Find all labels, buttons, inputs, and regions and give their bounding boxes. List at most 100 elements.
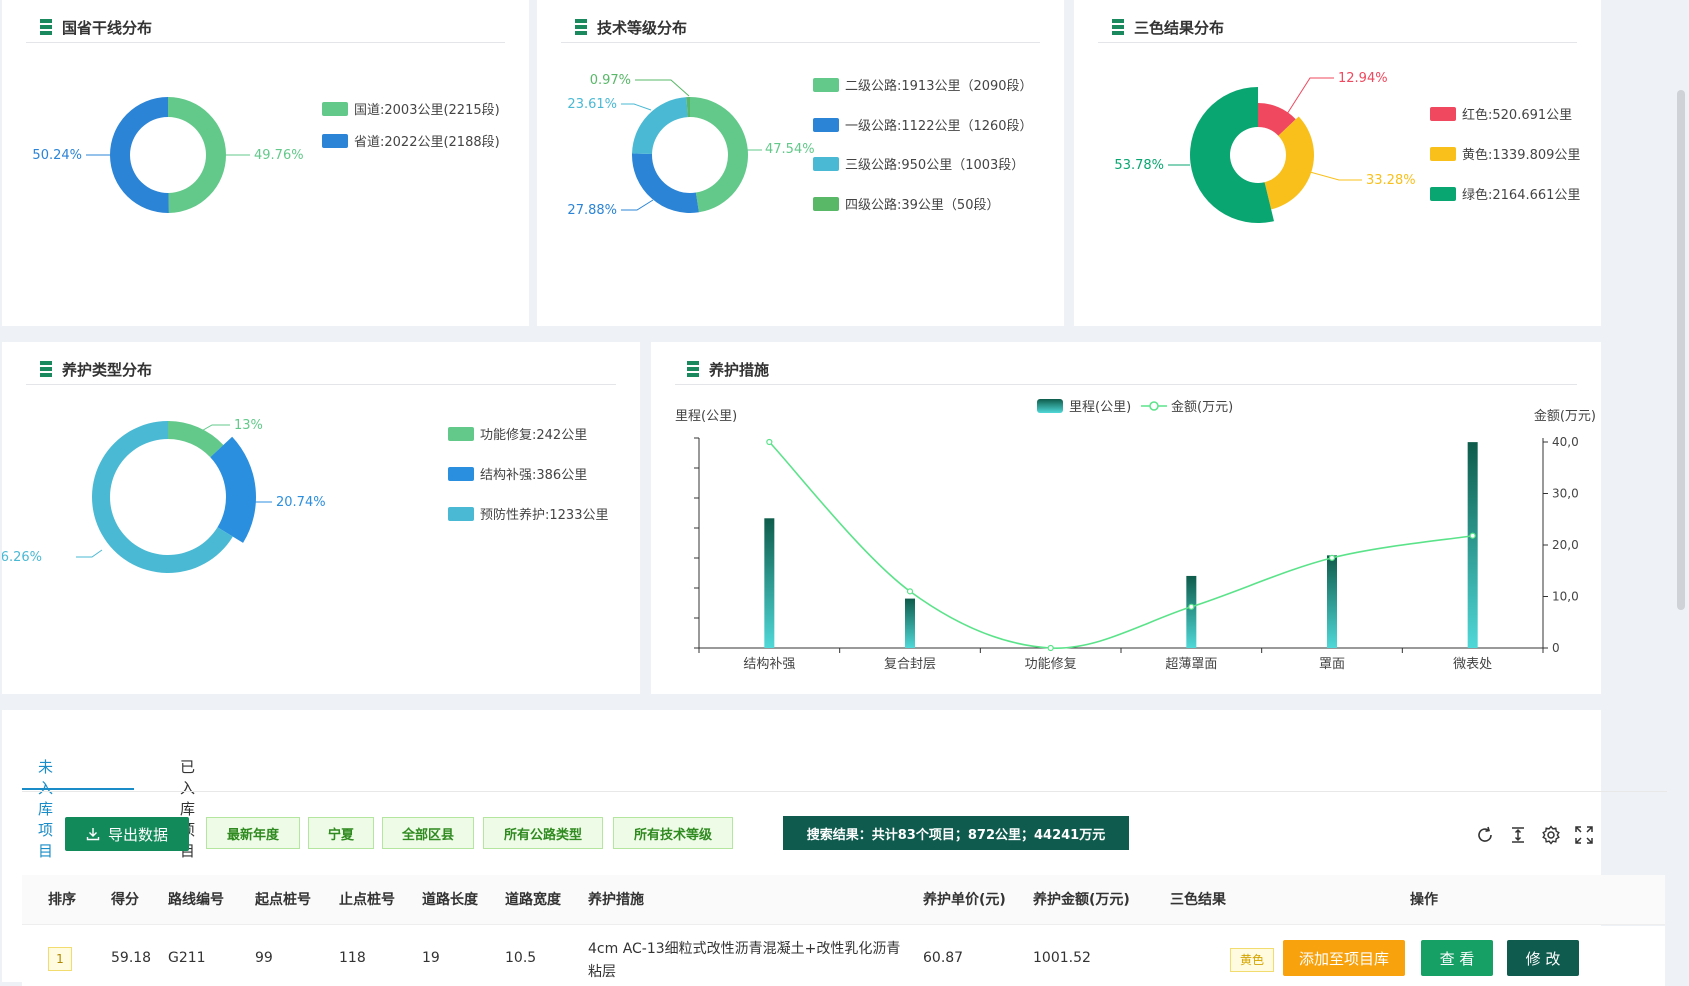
- pct-label: 12.94%: [1338, 71, 1388, 86]
- panel-maintenance-measures: 养护措施 0 10,0 20,0 30,0 40,0 里程(公里) 金额(万元) 里程(公里)…: [651, 342, 1601, 694]
- legend-label: 国道:2003公里(2215段): [354, 103, 500, 118]
- filter-road-type[interactable]: 所有公路类型: [483, 817, 603, 849]
- view-button[interactable]: 查 看: [1421, 940, 1493, 976]
- table-row: 1 59.18 G211 99 118 19 10.5 4cm AC-13细粒式…: [22, 926, 1665, 986]
- donut-slice: [109, 97, 169, 214]
- th-route: 路线编号: [168, 892, 224, 908]
- line-point: [1188, 603, 1195, 610]
- callout-line: [635, 79, 690, 97]
- th-start: 起点桩号: [255, 892, 311, 908]
- line-point: [906, 588, 914, 595]
- x-tick-label: 罩面: [1319, 657, 1345, 672]
- three-color-badge: 黄色: [1230, 948, 1274, 972]
- legend-label: 三级公路:950公里（1003段）: [845, 157, 1024, 173]
- pct-label: 49.76%: [254, 148, 304, 163]
- panel-maintenance-type: 养护类型分布 13%20.74%66.26%功能修复:242公里结构补强:386…: [2, 342, 640, 694]
- callout-line: [76, 549, 103, 558]
- th-measure: 养护措施: [588, 892, 644, 908]
- bar: [905, 598, 915, 648]
- legend-label: 里程(公里): [1069, 400, 1131, 415]
- pct-label: 33.28%: [1366, 173, 1416, 188]
- pct-label: 53.78%: [1114, 158, 1164, 173]
- donut-slice: [690, 97, 748, 213]
- cell-price: 60.87: [923, 950, 964, 966]
- rank-badge: 1: [48, 947, 72, 971]
- legend-swatch: [813, 197, 839, 211]
- legend-swatch: [322, 134, 348, 148]
- column-height-icon[interactable]: [1507, 824, 1529, 846]
- pct-label: 0.97%: [590, 73, 631, 88]
- bar: [1186, 575, 1197, 648]
- legend-label: 红色:520.691公里: [1462, 107, 1572, 123]
- settings-icon[interactable]: [1540, 824, 1562, 846]
- legend-swatch: [448, 427, 474, 441]
- legend-swatch: [813, 157, 839, 171]
- legend-swatch: [448, 467, 474, 481]
- right-axis-title: 金额(万元): [1534, 408, 1596, 424]
- legend-swatch: [813, 118, 839, 132]
- donut-slice: [168, 421, 224, 458]
- x-tick-label: 微表处: [1453, 657, 1492, 672]
- edit-button[interactable]: 修 改: [1507, 940, 1579, 976]
- amount-line: [768, 441, 1473, 649]
- search-summary: 搜索结果：共计83个项目；872公里；44241万元: [783, 816, 1129, 850]
- th-price: 养护单价(元): [923, 892, 1006, 908]
- pct-label: 20.74%: [276, 495, 326, 510]
- bar: [764, 518, 775, 648]
- th-amount: 养护金额(万元): [1033, 892, 1130, 908]
- filter-region[interactable]: 宁夏: [308, 817, 374, 849]
- active-tab-indicator: [22, 788, 134, 790]
- panel-national-provincial: 国省干线分布 49.76% 50.24% 国道:2003公里(2215段) 省道:20…: [2, 0, 529, 326]
- th-end: 止点桩号: [339, 892, 395, 908]
- pct-label: 66.26%: [2, 550, 42, 565]
- pct-label: 13%: [234, 418, 263, 433]
- cell-score: 59.18: [111, 950, 152, 966]
- cell-width: 10.5: [505, 950, 537, 966]
- th-rank: 排序: [48, 892, 76, 908]
- page-scrollbar[interactable]: [1677, 90, 1685, 610]
- x-tick-label: 功能修复: [1025, 657, 1077, 672]
- callout-line: [1309, 171, 1362, 181]
- donut-slice: [168, 97, 226, 213]
- x-tick-label: 超薄罩面: [1165, 657, 1217, 672]
- legend-label: 绿色:2164.661公里: [1462, 187, 1580, 203]
- donut-chart-3: 12.94% 33.28% 53.78% 红色:520.691公里黄色:1339.80…: [1114, 71, 1580, 223]
- legend-label: 黄色:1339.809公里: [1462, 147, 1580, 163]
- legend-swatch: [813, 78, 839, 92]
- donut-slice: [632, 97, 688, 154]
- filter-tech-grade[interactable]: 所有技术等级: [613, 817, 733, 849]
- legend-swatch-bar: [1037, 399, 1063, 413]
- legend-label: 金额(万元): [1171, 399, 1233, 415]
- filter-year[interactable]: 最新年度: [206, 817, 300, 849]
- line-point: [1328, 554, 1336, 561]
- th-length: 道路长度: [422, 892, 478, 908]
- right-tick-label: 0: [1552, 641, 1560, 655]
- right-tick-label: 10,0: [1552, 590, 1579, 604]
- fullscreen-icon[interactable]: [1573, 824, 1595, 846]
- panel-three-color: 三色结果分布 12.94% 33.28% 53.78% 红色:520.691公里 黄色:…: [1074, 0, 1601, 326]
- legend-swatch: [1430, 107, 1456, 121]
- th-actions: 操作: [1410, 892, 1438, 908]
- donut-slice: [210, 436, 256, 543]
- tab-not-stored[interactable]: 未入库项目: [38, 752, 53, 865]
- cell-route: G211: [168, 950, 206, 966]
- legend-label: 四级公路:39公里（50段）: [845, 197, 999, 213]
- pct-label: 47.54%: [765, 142, 815, 157]
- right-tick-label: 30,0: [1552, 487, 1579, 501]
- filter-district[interactable]: 全部区县: [382, 817, 474, 849]
- legend-swatch: [1430, 187, 1456, 201]
- legend-label: 预防性养护:1233公里: [480, 507, 608, 523]
- cell-measure-line2: 粘层: [588, 964, 616, 980]
- export-button[interactable]: 导出数据: [65, 817, 189, 851]
- callout-line: [621, 103, 652, 111]
- line-point: [766, 438, 773, 446]
- legend-label: 一级公路:1122公里（1260段）: [845, 118, 1033, 134]
- add-to-library-button[interactable]: 添加至项目库: [1283, 940, 1405, 976]
- line-point: [1047, 644, 1054, 652]
- refresh-icon[interactable]: [1474, 824, 1496, 846]
- cell-amount: 1001.52: [1033, 950, 1091, 966]
- cell-end: 118: [339, 950, 366, 966]
- bar-line-chart: 0 10,0 20,0 30,0 40,0 里程(公里) 金额(万元) 里程(公里) 金额(万元…: [675, 399, 1596, 672]
- cell-start: 99: [255, 950, 273, 966]
- table-header: 排序 得分 路线编号 起点桩号 止点桩号 道路长度 道路宽度 养护措施 养护单价…: [22, 875, 1665, 925]
